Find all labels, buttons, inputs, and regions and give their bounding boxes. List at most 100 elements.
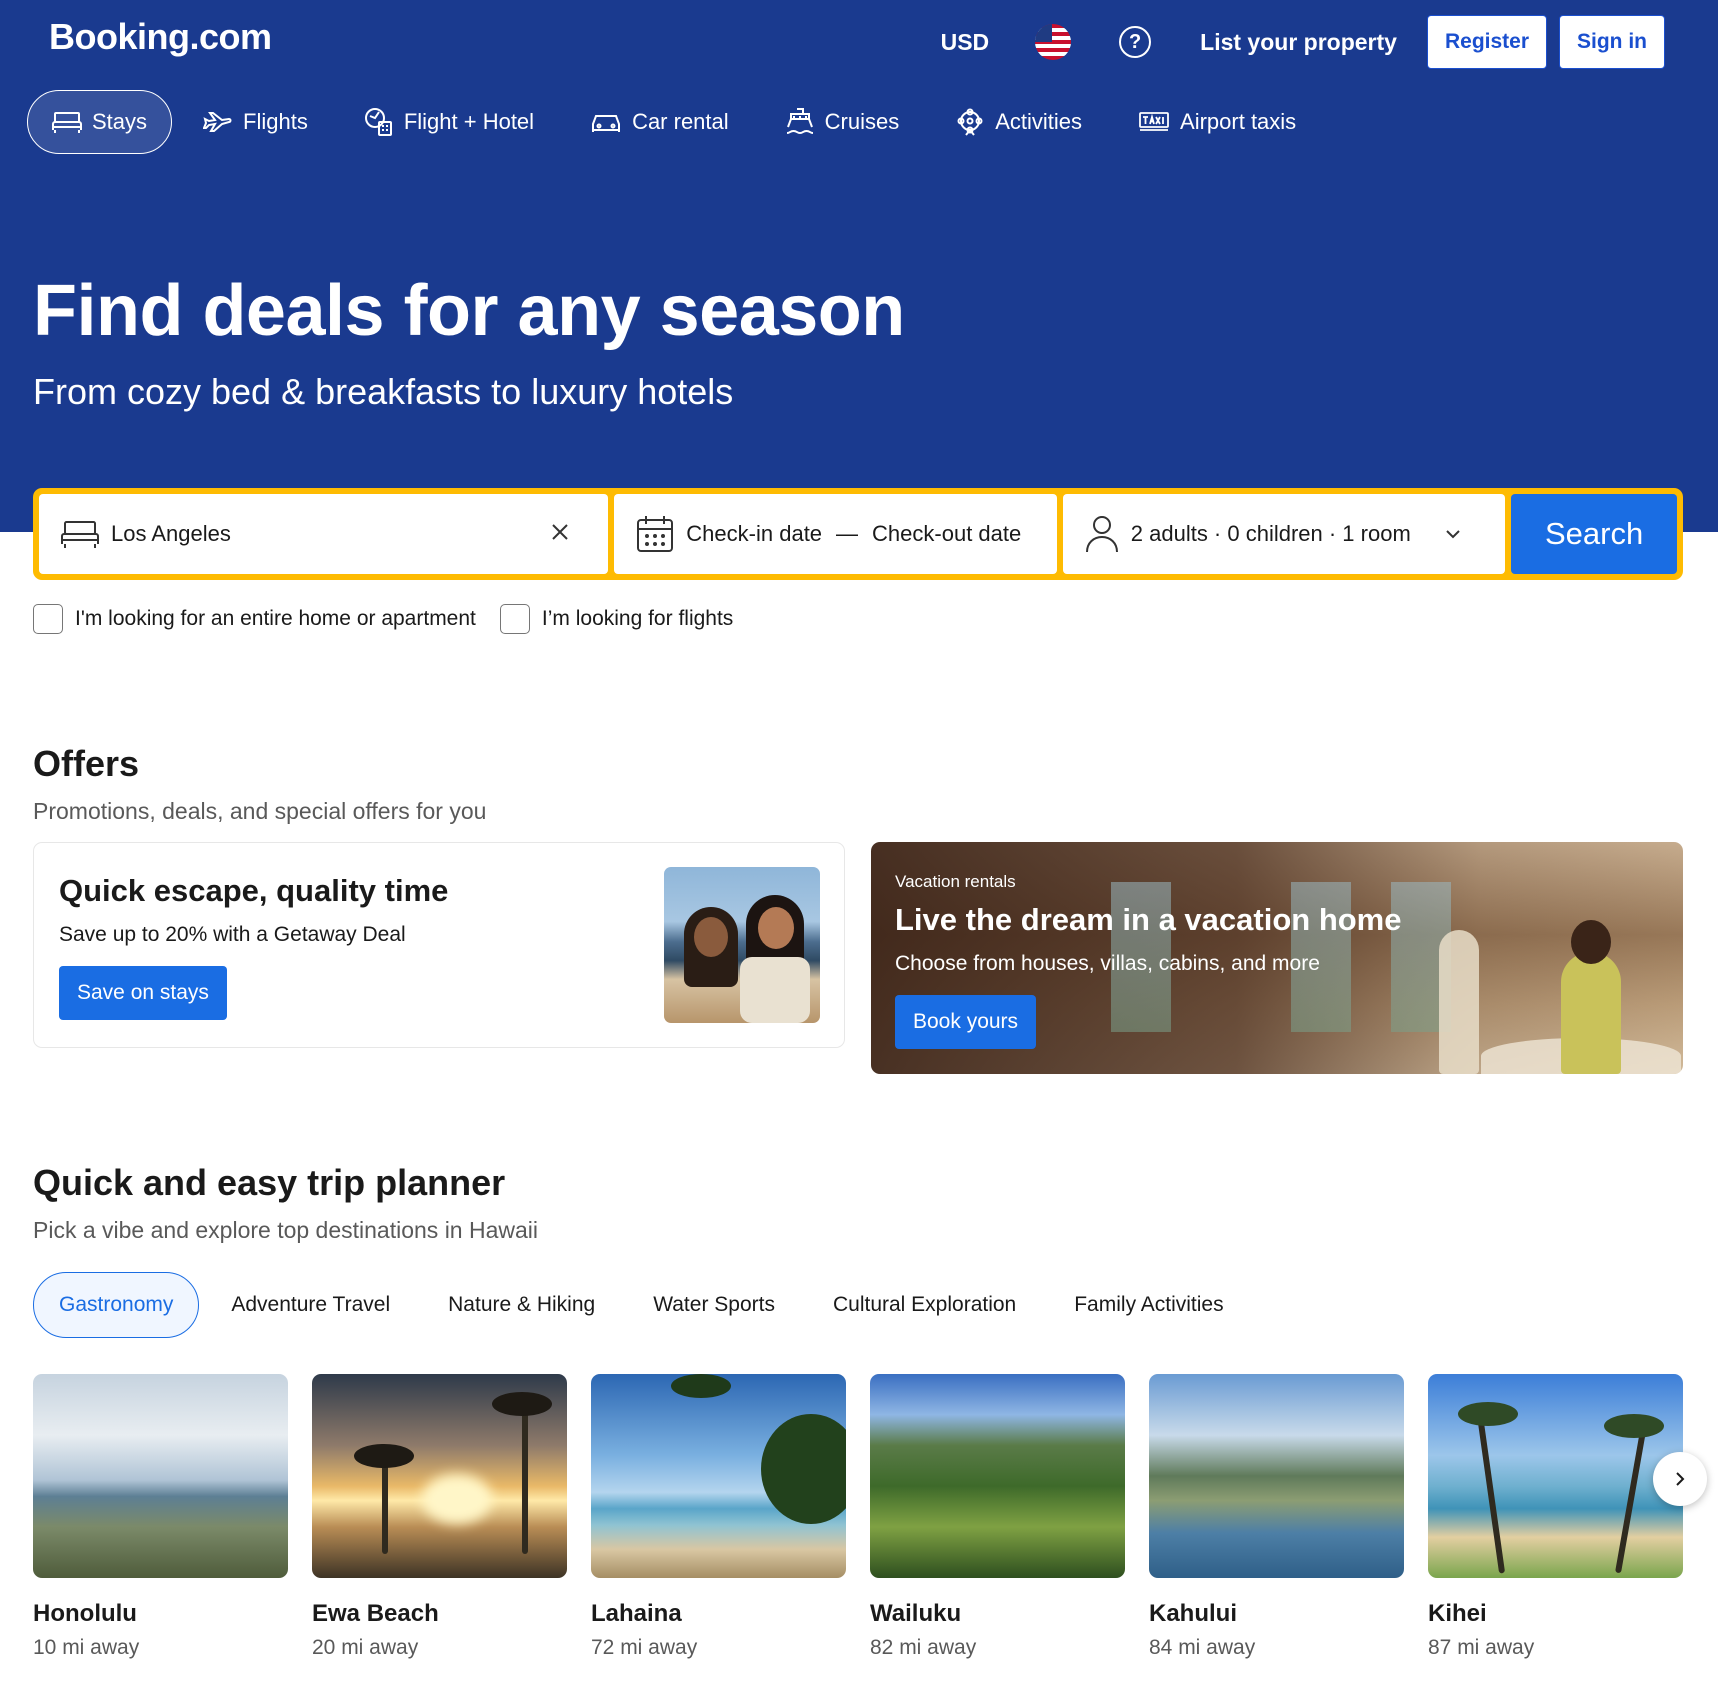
hero-header: Booking.com USD ? List your property Reg… [0, 0, 1718, 532]
photo-sweater [740, 957, 810, 1023]
getaway-offer-card: Quick escape, quality time Save up to 20… [33, 842, 845, 1048]
tab-nature-hiking[interactable]: Nature & Hiking [422, 1272, 621, 1338]
logo[interactable]: Booking.com [49, 16, 272, 58]
photo-palm [1604, 1414, 1664, 1438]
nav-activities[interactable]: Activities [930, 90, 1107, 154]
destination-card[interactable]: Lahaina 72 mi away [591, 1374, 846, 1660]
flights-label[interactable]: I’m looking for flights [542, 607, 733, 631]
destination-name: Lahaina [591, 1600, 682, 1627]
taxi-icon [1139, 112, 1169, 131]
product-nav: Stays Flights Flight + Hotel Car rental … [27, 90, 1321, 154]
bed-icon [52, 112, 82, 133]
plane-icon [203, 112, 232, 132]
entire-home-label[interactable]: I'm looking for an entire home or apartm… [75, 607, 476, 631]
destination-photo [312, 1374, 567, 1578]
destination-distance: 72 mi away [591, 1636, 698, 1659]
destination-field[interactable]: Los Angeles [39, 494, 609, 574]
car-icon [592, 115, 621, 132]
nav-stays[interactable]: Stays [27, 90, 173, 154]
search-options: I'm looking for an entire home or apartm… [33, 604, 757, 634]
destination-card[interactable]: Kahului 84 mi away [1149, 1374, 1404, 1660]
calendar-icon [637, 516, 674, 552]
flights-checkbox[interactable] [499, 604, 530, 634]
photo-face [694, 917, 728, 957]
destination-photo [591, 1374, 846, 1578]
destination-name: Wailuku [870, 1600, 962, 1627]
nav-flights[interactable]: Flights [178, 90, 333, 154]
tab-gastronomy[interactable]: Gastronomy [33, 1272, 200, 1338]
destination-card[interactable]: Ewa Beach 20 mi away [312, 1374, 567, 1660]
destination-distance: 84 mi away [1149, 1636, 1256, 1659]
destination-name: Honolulu [33, 1600, 137, 1627]
carousel-next-button[interactable] [1653, 1452, 1707, 1506]
list-property-link[interactable]: List your property [1200, 29, 1397, 56]
search-bar: Los Angeles Check-in date — Check-out da… [33, 488, 1683, 580]
currency-selector[interactable]: USD [941, 29, 990, 56]
save-on-stays-button[interactable]: Save on stays [59, 966, 227, 1020]
nav-label: Flights [243, 109, 308, 134]
guests-field[interactable]: 2 adults · 0 children · 1 room [1062, 494, 1506, 574]
nav-car-rental[interactable]: Car rental [565, 90, 754, 154]
nav-label: Airport taxis [1180, 109, 1297, 134]
offers-subtitle: Promotions, deals, and special offers fo… [33, 798, 487, 824]
checkin-label: Check-in date [686, 521, 823, 546]
photo-palm [492, 1392, 552, 1416]
register-button[interactable]: Register [1426, 15, 1547, 69]
vacation-text: Choose from houses, villas, cabins, and … [895, 952, 1320, 975]
vacation-title: Live the dream in a vacation home [895, 902, 1402, 937]
photo-foliage [761, 1414, 846, 1524]
destination-name: Ewa Beach [312, 1600, 439, 1627]
nav-cruises[interactable]: Cruises [760, 90, 925, 154]
photo-palm [671, 1374, 731, 1398]
book-yours-button[interactable]: Book yours [895, 995, 1037, 1049]
destination-photo [1428, 1374, 1683, 1578]
search-button[interactable]: Search [1511, 494, 1678, 574]
us-flag-icon[interactable] [1035, 24, 1072, 60]
chevron-right-icon [1676, 1472, 1685, 1486]
vibe-tabs: Gastronomy Adventure Travel Nature & Hik… [33, 1272, 1250, 1338]
tab-adventure-travel[interactable]: Adventure Travel [205, 1272, 416, 1338]
tab-cultural-exploration[interactable]: Cultural Exploration [807, 1272, 1042, 1338]
destination-name: Kahului [1149, 1600, 1237, 1627]
destination-card[interactable]: Honolulu 10 mi away [33, 1374, 288, 1660]
planner-subtitle: Pick a vibe and explore top destinations… [33, 1217, 539, 1243]
destination-distance: 87 mi away [1428, 1636, 1535, 1659]
destination-card[interactable]: Kihei 87 mi away [1428, 1374, 1683, 1660]
tab-family-activities[interactable]: Family Activities [1048, 1272, 1249, 1338]
person-icon [1085, 516, 1118, 553]
photo-palm [354, 1444, 414, 1468]
photo-face [758, 907, 794, 949]
photo-sun [422, 1474, 492, 1524]
entire-home-checkbox[interactable] [33, 604, 63, 634]
photo-person-head [1571, 920, 1611, 964]
destination-distance: 20 mi away [312, 1636, 419, 1659]
close-icon[interactable] [548, 520, 572, 544]
hero-subtitle: From cozy bed & breakfasts to luxury hot… [33, 371, 734, 412]
hero-title: Find deals for any season [33, 271, 905, 351]
activities-icon [957, 108, 983, 136]
destination-card[interactable]: Wailuku 82 mi away [870, 1374, 1125, 1660]
destination-value: Los Angeles [111, 521, 231, 546]
destination-photo [1149, 1374, 1404, 1578]
photo-palm [1476, 1414, 1506, 1574]
tab-water-sports[interactable]: Water Sports [627, 1272, 801, 1338]
flight-hotel-icon [364, 108, 392, 136]
sign-in-button[interactable]: Sign in [1559, 15, 1665, 69]
guests-value: 2 adults · 0 children · 1 room [1130, 521, 1411, 546]
header-actions: USD ? List your property Register Sign i… [941, 15, 1665, 69]
nav-airport-taxis[interactable]: Airport taxis [1113, 90, 1321, 154]
nav-flight-hotel[interactable]: Flight + Hotel [339, 90, 559, 154]
photo-person [1439, 930, 1479, 1074]
vacation-rental-card[interactable]: Vacation rentals Live the dream in a vac… [871, 842, 1683, 1074]
offer-text: Save up to 20% with a Getaway Deal [59, 923, 406, 946]
destination-photo [33, 1374, 288, 1578]
nav-label: Car rental [632, 109, 729, 134]
nav-label: Activities [995, 109, 1083, 134]
offers-title: Offers [33, 743, 140, 784]
chevron-down-icon [1446, 530, 1460, 539]
date-range-field[interactable]: Check-in date — Check-out date [614, 494, 1057, 574]
help-icon[interactable]: ? [1119, 26, 1152, 58]
offer-title: Quick escape, quality time [59, 873, 449, 908]
date-separator: — [836, 521, 859, 546]
destination-distance: 82 mi away [870, 1636, 977, 1659]
